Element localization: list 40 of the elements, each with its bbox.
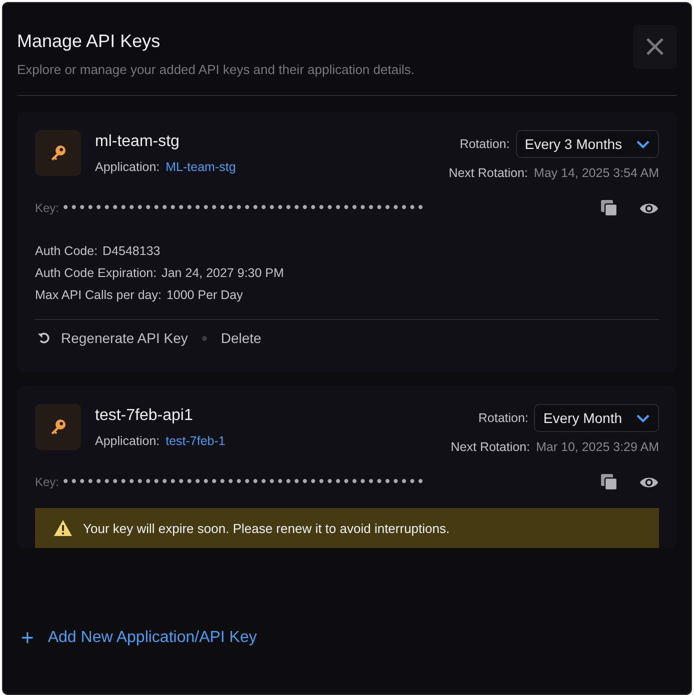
masked-key: •••••••••••••••••••••••••••••••••••••••••••• bbox=[63, 474, 426, 490]
dialog-title: Manage API Keys bbox=[17, 31, 162, 52]
close-button[interactable]: × bbox=[633, 25, 677, 69]
warning-text: Your key will expire soon. Please renew it to avoid interruptions. bbox=[83, 520, 450, 536]
warning-icon bbox=[53, 519, 73, 537]
delete-button[interactable]: Delete bbox=[218, 330, 264, 346]
rotation-dropdown[interactable]: Every 3 Months bbox=[516, 130, 659, 158]
next-rotation-value: Mar 10, 2025 3:29 AM bbox=[536, 440, 659, 454]
add-application-link[interactable]: Add New Application/API Key bbox=[48, 629, 257, 647]
regenerate-button[interactable]: Regenerate API Key bbox=[35, 330, 190, 346]
undo-icon bbox=[37, 331, 51, 345]
application-label: Application: bbox=[95, 160, 160, 174]
rotation-label: Rotation: bbox=[460, 137, 510, 151]
key-icon bbox=[35, 130, 81, 176]
detail-value: 1000 Per Day bbox=[166, 288, 243, 302]
application-link[interactable]: test-7feb-1 bbox=[166, 434, 226, 448]
rotation-label: Rotation: bbox=[478, 411, 528, 425]
key-name: ml-team-stg bbox=[95, 133, 180, 151]
key-label: Key: bbox=[35, 475, 60, 489]
application-label: Application: bbox=[95, 434, 160, 448]
key-icon bbox=[35, 404, 81, 450]
next-rotation-value: May 14, 2025 3:54 AM bbox=[534, 166, 659, 180]
detail-label: Max API Calls per day: bbox=[35, 288, 162, 302]
next-rotation-label: Next Rotation: bbox=[448, 166, 528, 180]
chevron-down-icon bbox=[636, 414, 650, 422]
dialog-subtitle: Explore or manage your added API keys and their application details. bbox=[17, 62, 414, 77]
rotation-dropdown[interactable]: Every Month bbox=[534, 404, 659, 432]
copy-icon[interactable] bbox=[599, 472, 619, 492]
key-label: Key: bbox=[35, 201, 60, 215]
masked-key: •••••••••••••••••••••••••••••••••••••••••••• bbox=[63, 200, 426, 216]
detail-label: Auth Code Expiration: bbox=[35, 266, 157, 280]
application-link[interactable]: ML-team-stg bbox=[166, 160, 236, 174]
detail-value: D4548133 bbox=[102, 244, 160, 258]
chevron-down-icon bbox=[636, 140, 650, 148]
detail-value: Jan 24, 2027 9:30 PM bbox=[162, 266, 284, 280]
plus-icon[interactable]: + bbox=[21, 627, 34, 649]
next-rotation-label: Next Rotation: bbox=[450, 440, 530, 454]
key-name: test-7feb-api1 bbox=[95, 407, 194, 425]
detail-label: Auth Code: bbox=[35, 244, 98, 258]
copy-icon[interactable] bbox=[599, 198, 619, 218]
